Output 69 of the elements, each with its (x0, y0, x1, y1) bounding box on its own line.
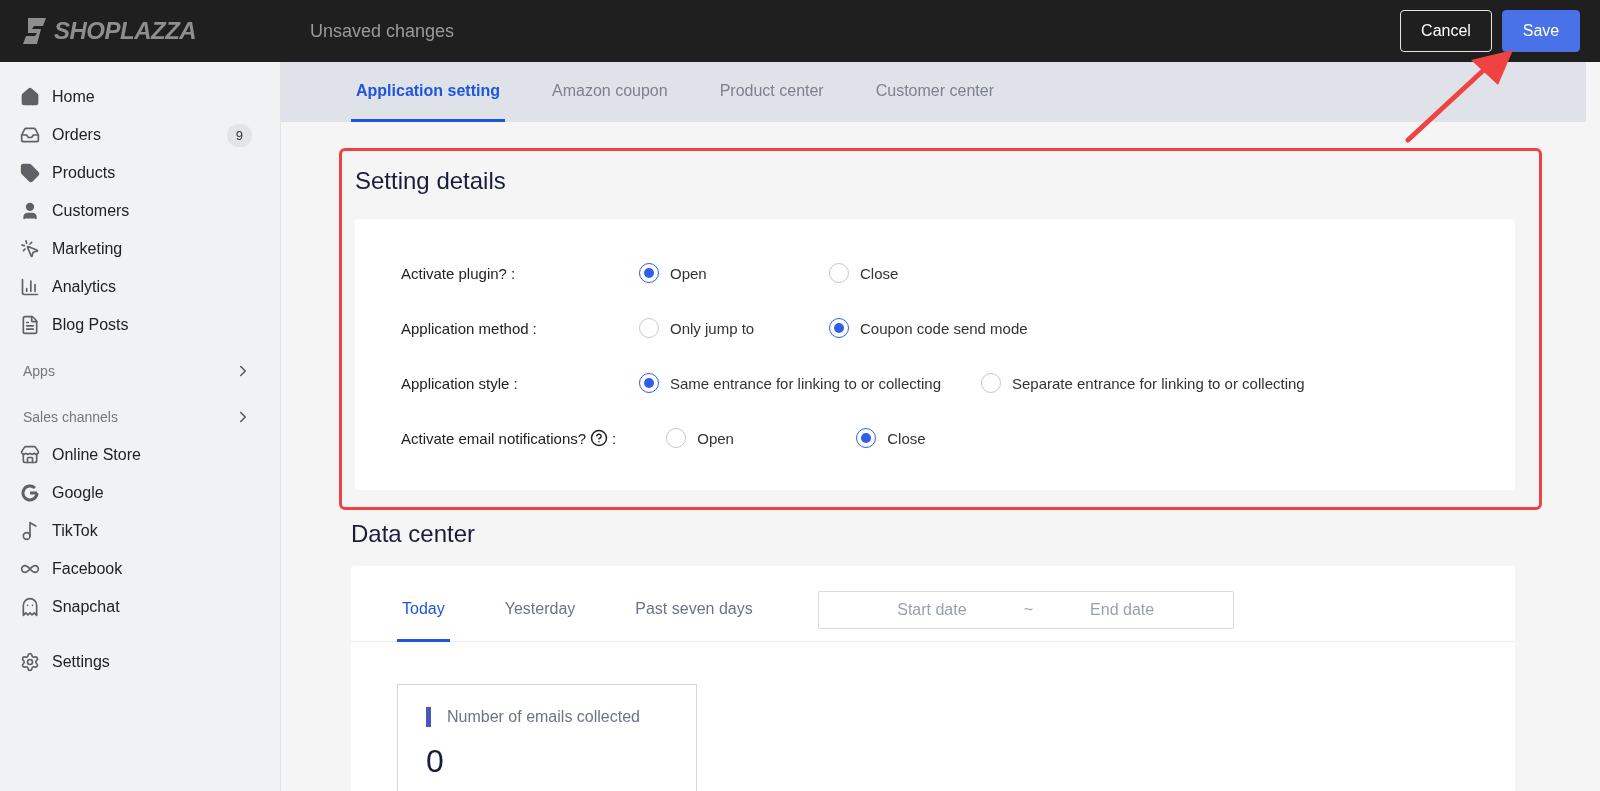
sidebar-item[interactable]: Google (52, 484, 252, 502)
radio-label: Close (860, 264, 899, 282)
radio-button[interactable] (639, 373, 659, 393)
help-icon[interactable] (590, 429, 609, 447)
logo-text: SHOPLAZZA (54, 17, 197, 45)
radio-label: Separate entrance for linking to or collecting (1012, 374, 1305, 392)
section-title: Data center (351, 520, 477, 548)
radio-button[interactable] (639, 318, 659, 338)
sidebar-item[interactable]: Settings (52, 653, 252, 671)
page-status-title: Unsaved changes (310, 20, 456, 42)
section-heading: Apps (23, 363, 55, 379)
sidebar-item[interactable]: Online Store (52, 446, 252, 464)
radio-label: Only jump to (670, 319, 755, 337)
field-label: Application method (401, 319, 529, 337)
radio-button[interactable] (856, 428, 877, 448)
start-date-placeholder: Start date (897, 601, 967, 619)
radio-label: Open (670, 264, 707, 282)
sidebar-item[interactable]: TikTok (52, 522, 252, 540)
field-label: Activate email notifications? (401, 429, 587, 447)
sidebar-item[interactable]: Analytics (52, 278, 252, 296)
radio-button[interactable] (829, 263, 849, 283)
storefront-icon (20, 445, 40, 465)
radio-label: Coupon code send mode (860, 319, 1028, 337)
radio-label: Close (887, 429, 926, 447)
settings-icon (20, 652, 40, 672)
bar-chart-icon (20, 277, 40, 297)
sidebar-item[interactable]: Marketing (52, 240, 252, 258)
sidebar-item[interactable]: Blog Posts (52, 316, 252, 334)
radio-label: Open (697, 429, 734, 447)
radio-button[interactable] (981, 373, 1001, 393)
document-icon (20, 315, 40, 335)
tab[interactable]: Past seven days (630, 578, 758, 642)
section-title: Setting details (355, 167, 507, 195)
radio-label: Same entrance for linking to or collecting (670, 374, 941, 392)
field-label: Activate plugin? (401, 264, 507, 282)
sidebar-item[interactable]: Products (52, 164, 252, 182)
tab[interactable]: Yesterday (499, 578, 581, 642)
home-icon (20, 87, 40, 107)
end-date-placeholder: End date (1090, 601, 1155, 619)
g-letter-icon (20, 483, 40, 503)
sidebar-item[interactable]: Facebook (52, 560, 252, 578)
tab[interactable]: Application setting (351, 62, 505, 122)
tab[interactable]: Today (397, 578, 450, 642)
save-button[interactable]: Save (1502, 10, 1580, 52)
sidebar-item[interactable]: Orders (52, 126, 215, 144)
cancel-button[interactable]: Cancel (1400, 10, 1492, 52)
accent-bar (426, 707, 431, 727)
sidebar-item[interactable]: Home (52, 88, 252, 106)
section-heading: Sales channels (23, 409, 118, 425)
inbox-icon (20, 125, 40, 145)
stat-label: Number of emails collected (447, 708, 640, 726)
stat-value: 0 (426, 743, 445, 780)
label-colon: : (513, 374, 518, 392)
sidebar-item[interactable]: Customers (52, 202, 252, 220)
tag-icon (20, 163, 40, 183)
label-colon: : (532, 319, 537, 337)
radio-button[interactable] (829, 318, 849, 338)
field-label: Application style (401, 374, 510, 392)
radio-button[interactable] (639, 263, 659, 283)
label-colon: : (612, 429, 617, 447)
ghost-icon (20, 597, 40, 617)
range-separator: ~ (1023, 601, 1033, 619)
radio-button[interactable] (666, 428, 687, 448)
cursor-click-icon (20, 239, 40, 259)
label-colon: : (510, 264, 516, 282)
logo-icon (22, 16, 48, 46)
count-badge: 9 (226, 123, 252, 147)
person-icon (20, 201, 40, 221)
sidebar-item[interactable]: Snapchat (52, 598, 252, 616)
